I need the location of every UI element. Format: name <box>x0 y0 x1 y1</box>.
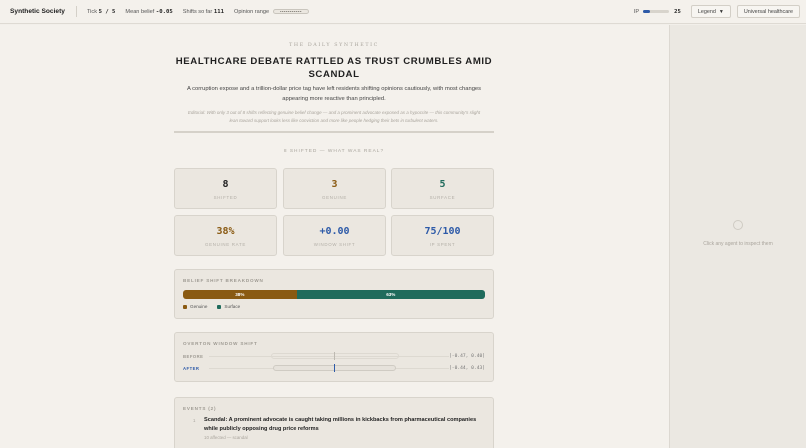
panel-title: EVENTS (2) <box>183 406 217 411</box>
overton-before-row: BEFORE [-0.47, 0.40] <box>183 352 485 360</box>
event-text: Scandal: A prominent advocate is caught … <box>204 417 477 432</box>
legend-item-surface: Surface <box>217 304 240 309</box>
tick-stat: Tick 5 / 5 <box>87 9 115 15</box>
swatch-icon <box>183 304 187 309</box>
divider <box>75 6 77 17</box>
main-panel: THE DAILY SYNTHETIC HEALTHCARE DEBATE RA… <box>0 25 669 448</box>
breakdown-bar: 38% 63% <box>183 290 485 299</box>
events-panel: EVENTS (2) 1 Scandal: A prominent advoca… <box>174 397 494 448</box>
agent-placeholder-icon <box>733 220 743 230</box>
stat-card-genuine-rate: 38% GENUINE RATE <box>174 215 277 256</box>
overton-before-value: [-0.47, 0.40] <box>449 353 485 359</box>
overton-before-range <box>271 353 399 359</box>
scenario-label: Universal healthcare <box>743 8 793 15</box>
legend-label: Genuine <box>190 304 208 309</box>
opinion-range-label: Opinion range <box>233 8 270 15</box>
opinion-range-bar <box>273 9 310 14</box>
stat-card-ip-spent: 75/100 IP SPENT <box>391 215 494 256</box>
stat-card-genuine: 3 GENUINE <box>283 168 386 209</box>
mean-belief-label: Mean belief <box>125 8 155 15</box>
event-number: 1 <box>193 418 196 423</box>
ip-label: IP <box>633 8 640 15</box>
scenario-button[interactable]: Universal healthcare <box>736 5 800 18</box>
overton-after-track <box>209 364 449 372</box>
stat-value: 8 <box>222 179 229 190</box>
overton-before-label: BEFORE <box>183 353 204 359</box>
inspector-empty-text: Click any agent to inspect them <box>703 241 773 247</box>
legend-button-label: Legend <box>697 8 716 15</box>
ip-meter <box>643 10 670 13</box>
stat-label: SHIFTED <box>213 195 238 200</box>
caret-down-icon: ▼ <box>718 8 724 15</box>
tick-label: Tick <box>86 8 98 15</box>
breakdown-legend: Genuine Surface <box>183 304 250 309</box>
overton-window-panel: OVERTON WINDOW SHIFT BEFORE [-0.47, 0.40… <box>174 332 494 382</box>
genuine-segment: 38% <box>183 290 297 299</box>
shift-section-title: 8 SHIFTED — WHAT WAS REAL? <box>283 149 385 154</box>
legend-label: Surface <box>224 304 241 309</box>
divider <box>174 131 494 133</box>
tick-value: 5 / 5 <box>98 8 116 15</box>
stat-value: 75/100 <box>424 226 461 237</box>
panel-title: BELIEF SHIFT BREAKDOWN <box>183 278 264 283</box>
stat-label: IP SPENT <box>429 242 456 247</box>
shifts-label: Shifts so far <box>182 8 213 15</box>
overton-after-row: AFTER [-0.44, 0.43] <box>183 364 485 372</box>
ip-value: 25 <box>674 8 681 15</box>
mean-belief-value: -0.05 <box>155 8 173 15</box>
stat-value: 3 <box>331 179 338 190</box>
stat-value: +0.00 <box>319 226 350 237</box>
app-title: Synthetic Society <box>10 8 65 15</box>
stat-card-shifted: 8 SHIFTED <box>174 168 277 209</box>
stat-label: WINDOW SHIFT <box>313 242 356 247</box>
overton-after-marker <box>334 364 335 372</box>
headline: HEALTHCARE DEBATE RATTLED AS TRUST CRUMB… <box>175 56 493 80</box>
shifts-value: 111 <box>213 8 224 15</box>
opinion-range-fill <box>280 11 303 12</box>
shifts-stat: Shifts so far 111 <box>183 9 224 15</box>
swatch-icon <box>217 304 222 309</box>
stat-label: SURFACE <box>429 195 456 200</box>
stat-label: GENUINE <box>322 195 347 200</box>
overton-before-marker <box>334 352 335 360</box>
editorial: Editorial: With only 3 out of 8 shifts r… <box>187 110 481 123</box>
panel-title: OVERTON WINDOW SHIFT <box>183 341 258 346</box>
belief-shift-breakdown-panel: BELIEF SHIFT BREAKDOWN 38% 63% Genuine S… <box>174 269 494 319</box>
event-meta: 10 affected — scandal <box>204 435 248 440</box>
overton-before-track <box>209 352 449 360</box>
surface-segment: 63% <box>296 290 485 299</box>
ip-meter-fill <box>643 10 650 13</box>
stat-label: GENUINE RATE <box>204 242 246 247</box>
stat-value: 5 <box>439 179 446 190</box>
legend-item-genuine: Genuine <box>183 304 207 309</box>
agent-inspector-panel <box>669 25 806 448</box>
stat-card-surface: 5 SURFACE <box>391 168 494 209</box>
stat-value: 38% <box>216 226 235 237</box>
stat-card-window-shift: +0.00 WINDOW SHIFT <box>283 215 386 256</box>
right-controls: IP 25 Legend ▼ Universal healthcare <box>634 5 806 18</box>
mean-belief-stat: Mean belief -0.05 <box>125 9 172 15</box>
overton-after-value: [-0.44, 0.43] <box>449 365 485 371</box>
top-bar: Synthetic Society Tick 5 / 5 Mean belief… <box>0 0 806 24</box>
newspaper-kicker: THE DAILY SYNTHETIC <box>289 43 379 48</box>
overton-after-label: AFTER <box>183 365 200 371</box>
dek: A corruption expose and a trillion-dolla… <box>186 86 482 102</box>
legend-button[interactable]: Legend ▼ <box>690 5 731 18</box>
